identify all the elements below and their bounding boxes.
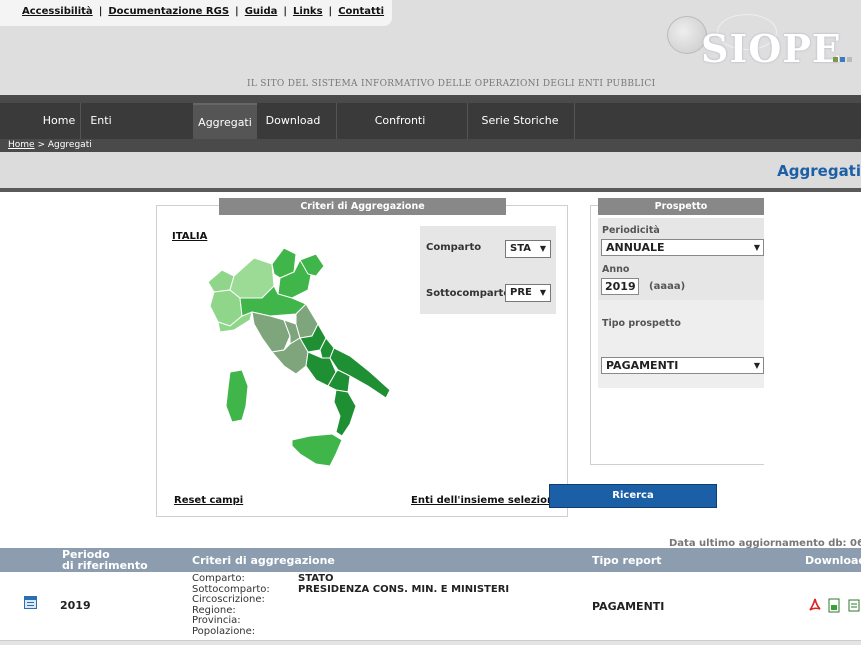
chevron-down-icon: ▼	[539, 244, 546, 253]
header-periodo-line2: di riferimento	[62, 559, 148, 572]
title-band: Aggregati	[0, 152, 861, 188]
calendar-icon[interactable]	[24, 596, 37, 609]
criteria-value: STATO	[298, 573, 334, 584]
reset-link[interactable]: Reset campi	[174, 495, 243, 506]
separator: |	[235, 6, 239, 17]
anno-input[interactable]: 2019	[601, 278, 639, 295]
top-links: Accessibilità | Documentazione RGS | Guida | L…	[0, 0, 393, 26]
header-download: Download	[805, 554, 861, 567]
nav-separator	[574, 103, 575, 139]
divider	[0, 188, 861, 192]
breadcrumb-home[interactable]: Home	[8, 140, 35, 150]
results-header: Periodo di riferimento Criteri di aggreg…	[0, 548, 861, 572]
nav-enti[interactable]: Enti	[82, 103, 120, 139]
chevron-down-icon: ▼	[753, 243, 760, 252]
ricerca-button[interactable]: Ricerca	[549, 484, 717, 508]
row-criteria-labels: Comparto: Sottocomparto: Circoscrizione:…	[192, 573, 270, 637]
tipo-prospetto-value: PAGAMENTI	[606, 359, 679, 372]
criteria-label: Popolazione:	[192, 625, 256, 637]
nav-separator	[80, 103, 81, 139]
sottocomparto-select[interactable]: PRE ▼	[505, 284, 551, 302]
siope-logo[interactable]: SIOPE	[655, 14, 861, 86]
criteria-label: Circoscrizione:	[192, 594, 265, 605]
excel-icon[interactable]	[828, 598, 840, 613]
main-navigation: Home Enti Aggregati Download Confronti S…	[0, 103, 861, 139]
header-tipo: Tipo report	[592, 554, 662, 567]
periodicita-value: ANNUALE	[606, 241, 665, 254]
comparto-box: Comparto STA ▼ Sottocomparto PRE ▼	[420, 226, 556, 314]
tipo-prospetto-label: Tipo prospetto	[602, 318, 681, 329]
csv-icon[interactable]	[848, 598, 860, 613]
criteria-value: PRESIDENZA CONS. MIN. E MINISTERI	[298, 583, 510, 595]
periodicita-label: Periodicità	[602, 225, 660, 236]
italy-map[interactable]	[200, 240, 400, 470]
nav-confronti[interactable]: Confronti	[366, 103, 434, 139]
nav-serie-storiche[interactable]: Serie Storiche	[478, 103, 562, 139]
row-year: 2019	[60, 599, 91, 612]
nav-download[interactable]: Download	[262, 103, 324, 139]
row-criteria-values: STATO PRESIDENZA CONS. MIN. E MINISTERI	[298, 573, 510, 595]
map-region-sicilia	[291, 433, 343, 467]
chevron-down-icon: ▼	[753, 361, 760, 370]
prospetto-group-bottom	[598, 300, 764, 388]
logo-text: SIOPE	[701, 26, 842, 71]
header-periodo: Periodo di riferimento	[62, 549, 148, 571]
pdf-icon[interactable]	[809, 598, 821, 613]
map-region-sardegna	[225, 369, 249, 423]
link-links[interactable]: Links	[293, 6, 323, 17]
separator: |	[283, 6, 288, 17]
header-criteri: Criteri di aggregazione	[192, 554, 335, 567]
page-title: Aggregati	[777, 162, 861, 180]
nav-separator	[336, 103, 337, 139]
map-region-toscana	[251, 311, 291, 353]
separator: |	[98, 6, 103, 17]
anno-hint: (aaaa)	[649, 281, 686, 292]
link-accessibilita[interactable]: Accessibilità	[22, 6, 93, 17]
nav-aggregati[interactable]: Aggregati	[193, 103, 257, 139]
criteria-title: Criteri di Aggregazione	[219, 198, 506, 215]
nav-home[interactable]: Home	[38, 103, 80, 139]
criteria-label: Provincia:	[192, 615, 241, 626]
criteria-label: Comparto:	[192, 573, 245, 584]
anno-label: Anno	[602, 264, 630, 275]
comparto-value: STA	[510, 243, 531, 254]
breadcrumb-current: Aggregati	[47, 140, 92, 150]
sottocomparto-value: PRE	[510, 287, 532, 298]
site-tagline: IL SITO DEL SISTEMA INFORMATIVO DELLE OP…	[247, 79, 656, 89]
row-tipo: PAGAMENTI	[592, 600, 665, 613]
map-region-calabria	[333, 389, 357, 437]
nav-separator	[467, 103, 468, 139]
sottocomparto-label: Sottocomparto	[426, 288, 511, 299]
chevron-down-icon: ▼	[539, 288, 546, 297]
link-contatti[interactable]: Contatti	[338, 6, 384, 17]
separator: |	[328, 6, 333, 17]
nav-top-strip	[0, 95, 861, 103]
breadcrumb: Home > Aggregati	[0, 139, 861, 152]
prospetto-title: Prospetto	[598, 198, 764, 215]
tipo-prospetto-select[interactable]: PAGAMENTI ▼	[601, 357, 764, 374]
link-documentazione[interactable]: Documentazione RGS	[108, 6, 229, 17]
footer-strip	[0, 641, 861, 645]
site-header: Accessibilità | Documentazione RGS | Guida | L…	[0, 0, 861, 95]
comparto-select[interactable]: STA ▼	[505, 240, 551, 258]
logo-dots	[833, 52, 854, 65]
link-guida[interactable]: Guida	[245, 6, 278, 17]
comparto-label: Comparto	[426, 242, 482, 253]
breadcrumb-sep: >	[34, 140, 48, 150]
periodicita-select[interactable]: ANNUALE ▼	[601, 239, 764, 256]
